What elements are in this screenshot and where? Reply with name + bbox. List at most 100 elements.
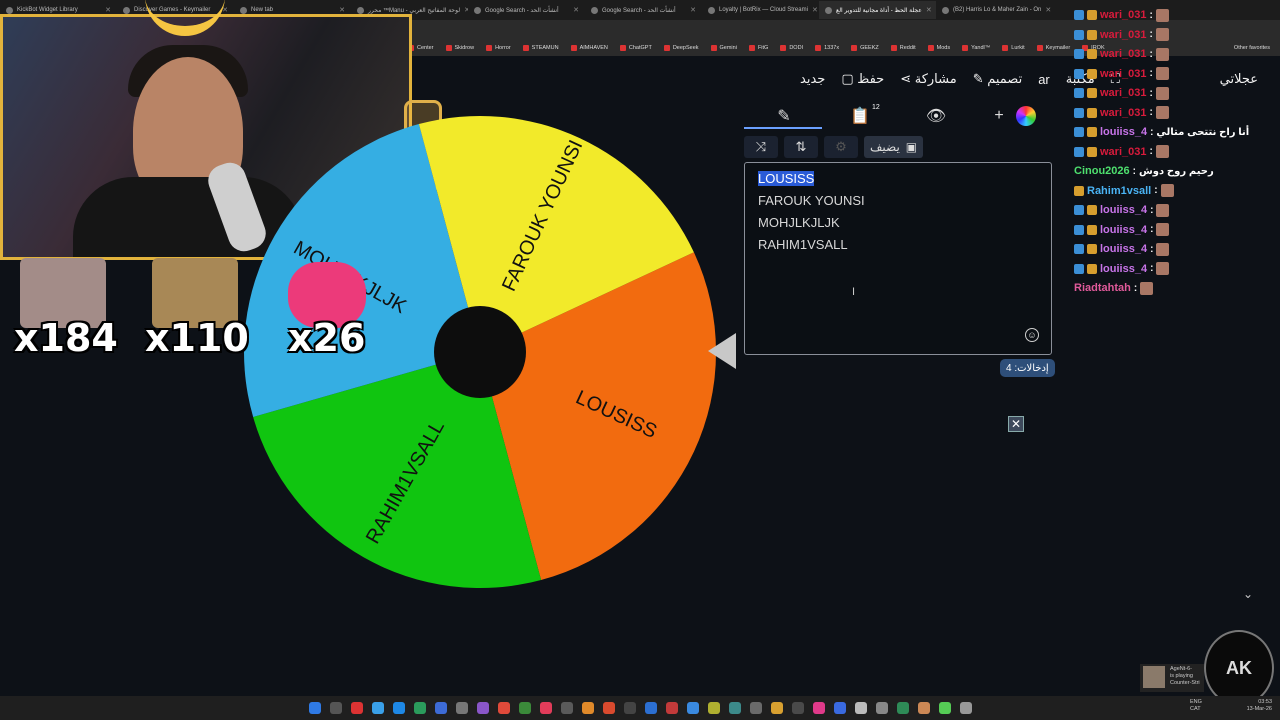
taskbar-app-icon[interactable]	[581, 702, 594, 714]
taskbar-app-icon[interactable]	[350, 702, 363, 714]
edit-pencil-icon[interactable]: ✎	[772, 104, 796, 128]
bookmark-item[interactable]: Lurkit	[1002, 45, 1025, 51]
bookmark-item[interactable]: DODI	[780, 45, 803, 51]
taskbar-app-icon[interactable]	[644, 702, 657, 714]
bookmark-item[interactable]: Mods	[927, 45, 950, 51]
taskbar-app-icon[interactable]	[392, 702, 405, 714]
system-clock[interactable]: 03:53 13-Mar-26	[1247, 699, 1272, 713]
taskbar-app-icon[interactable]	[833, 702, 846, 714]
bookmark-icon	[962, 45, 969, 51]
image-icon: ▣	[905, 140, 918, 154]
bookmark-item[interactable]: GEEKZ	[851, 45, 879, 51]
bookmark-item[interactable]: Skidrow	[445, 45, 474, 51]
taskbar-app-icon[interactable]	[308, 702, 321, 714]
taskbar-app-icon[interactable]	[497, 702, 510, 714]
close-tab-icon[interactable]: ✕	[926, 6, 932, 14]
close-tab-icon[interactable]: ✕	[690, 6, 696, 14]
subscriber-badge-icon	[1074, 68, 1084, 79]
entry-line[interactable]: MOHJLKJLJK	[758, 215, 1038, 237]
chat-text: أنا راح نتتحى متالي	[1156, 126, 1250, 138]
taskbar-app-icon[interactable]	[518, 702, 531, 714]
browser-tab[interactable]: (B2) Harris Lo & Maher Zain - On ✕	[936, 1, 1053, 19]
wheel-center[interactable]	[434, 306, 526, 398]
bookmark-item[interactable]: ChatGPT	[619, 45, 652, 51]
taskbar-app-icon[interactable]	[560, 702, 573, 714]
bookmark-item[interactable]: Keymailer	[1036, 45, 1070, 51]
taskbar-app-icon[interactable]	[455, 702, 468, 714]
sort-button[interactable]: ⇅	[784, 136, 818, 158]
clipboard-icon[interactable]: 📋	[848, 104, 872, 128]
browser-tab[interactable]: Google Search - أنشأت الحد ✕	[468, 1, 585, 19]
entry-line[interactable]: FAROUK YOUNSI	[758, 193, 1038, 215]
close-tab-icon[interactable]: ✕	[339, 6, 345, 14]
browser-tab[interactable]: Loyalty | BotRix — Cloud Streami ✕	[702, 1, 819, 19]
taskbar-app-icon[interactable]	[875, 702, 888, 714]
taskbar-app-icon[interactable]	[371, 702, 384, 714]
keyboard-language[interactable]: ENG CAT	[1190, 699, 1202, 713]
taskbar-app-icon[interactable]	[896, 702, 909, 714]
bookmark-item[interactable]: Reddit	[890, 45, 916, 51]
taskbar-app-icon[interactable]	[602, 702, 615, 714]
entries-textarea[interactable]: LOUSISS FAROUK YOUNSI MOHJLKJLJK RAHIM1V…	[744, 162, 1052, 355]
taskbar-app-icon[interactable]	[959, 702, 972, 714]
taskbar-app-icon[interactable]	[665, 702, 678, 714]
language-button[interactable]: ar	[1038, 72, 1050, 87]
taskbar-app-icon[interactable]	[329, 702, 342, 714]
tab-favicon-icon	[240, 6, 247, 14]
share-button[interactable]: ⋖ مشاركة	[900, 71, 957, 87]
taskbar-app-icon[interactable]	[854, 702, 867, 714]
taskbar-app-icon[interactable]	[434, 702, 447, 714]
new-button[interactable]: جديد	[800, 71, 825, 87]
taskbar-app-icon[interactable]	[707, 702, 720, 714]
browser-tab[interactable]: Google Search - أنشأت الحد ✕	[585, 1, 702, 19]
close-tab-icon[interactable]: ✕	[105, 6, 111, 14]
chat-message: wari_031:	[1074, 65, 1169, 83]
bookmark-item[interactable]: DeepSeek	[663, 45, 699, 51]
taskbar-app-icon[interactable]	[476, 702, 489, 714]
bookmark-icon	[1036, 45, 1043, 51]
windows-taskbar	[0, 696, 1280, 720]
taskbar-app-icon[interactable]	[770, 702, 783, 714]
bookmark-icon	[851, 45, 858, 51]
taskbar-app-icon[interactable]	[728, 702, 741, 714]
taskbar-app-icon[interactable]	[938, 702, 951, 714]
bookmark-item[interactable]: 1337x	[815, 45, 839, 51]
add-image-button[interactable]: يضيف ▣	[864, 136, 924, 158]
close-tab-icon[interactable]: ✕	[1045, 6, 1051, 14]
bookmark-item[interactable]: STEAMUN	[522, 45, 559, 51]
bookmark-icon	[815, 45, 822, 51]
bookmark-item[interactable]: FitG	[748, 45, 768, 51]
close-tab-icon[interactable]: ✕	[573, 6, 579, 14]
bookmark-item[interactable]: AIMHAVEN	[570, 45, 608, 51]
crown-badge-icon	[1087, 263, 1097, 274]
chat-message: Rahim1vsall:	[1074, 182, 1174, 200]
add-icon[interactable]: +	[992, 104, 1006, 128]
save-button[interactable]: ▢ حفظ	[841, 71, 884, 87]
settings-button[interactable]: ⚙	[824, 136, 858, 158]
taskbar-app-icon[interactable]	[539, 702, 552, 714]
chevron-down-icon[interactable]: ⌄	[1243, 587, 1253, 601]
taskbar-app-icon[interactable]	[917, 702, 930, 714]
entry-line[interactable]: RAHIM1VSALL	[758, 237, 1038, 259]
bookmark-item[interactable]: Horror	[486, 45, 511, 51]
close-tab-icon[interactable]: ✕	[812, 6, 818, 14]
emoji-icon[interactable]: ☺	[1025, 328, 1039, 342]
taskbar-app-icon[interactable]	[623, 702, 636, 714]
taskbar-app-icon[interactable]	[791, 702, 804, 714]
taskbar-app-icon[interactable]	[413, 702, 426, 714]
bookmark-item[interactable]: Gemini	[710, 45, 737, 51]
close-icon[interactable]: ✕	[1008, 416, 1024, 432]
color-palette-icon[interactable]	[1014, 104, 1038, 128]
shuffle-button[interactable]: ⤨	[744, 136, 778, 158]
design-button[interactable]: ✎ تصميم	[973, 71, 1023, 87]
hide-eye-icon[interactable]: 👁	[924, 104, 948, 128]
taskbar-app-icon[interactable]	[812, 702, 825, 714]
chat-username: Riadtahtah	[1074, 282, 1131, 294]
browser-tab[interactable]: عجلة الحظ - أداة مجانية للتدوير الع ✕	[819, 1, 936, 19]
taskbar-app-icon[interactable]	[686, 702, 699, 714]
taskbar-app-icon[interactable]	[749, 702, 762, 714]
bookmark-item[interactable]: Yandl™	[962, 45, 990, 51]
subscriber-badge-icon	[1074, 146, 1084, 157]
entry-line[interactable]: LOUSISS	[758, 171, 1038, 193]
chat-text: رحيم روح دوش	[1138, 165, 1214, 177]
